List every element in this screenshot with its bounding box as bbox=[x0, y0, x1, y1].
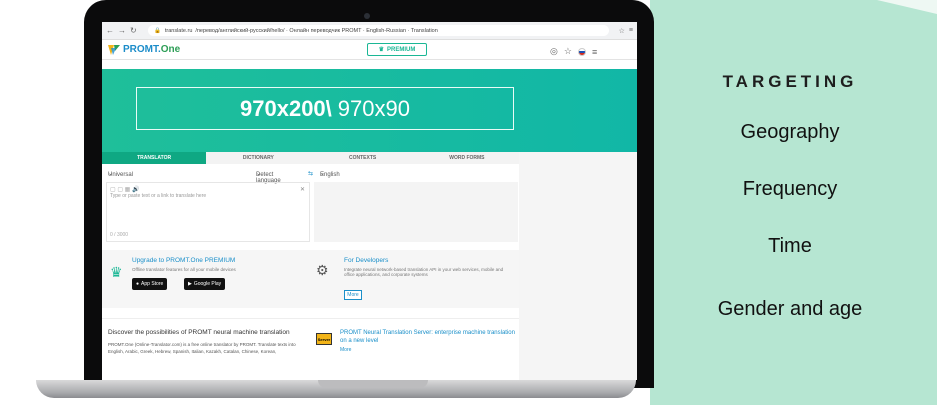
crown-icon: ♛ bbox=[378, 47, 385, 53]
url-host: translate.ru bbox=[164, 27, 193, 34]
promo-section: ♛ Upgrade to PROMT.One PREMIUM Offline t… bbox=[102, 250, 519, 308]
apple-icon: ● bbox=[136, 281, 140, 287]
developers-title[interactable]: For Developers bbox=[344, 257, 388, 264]
lock-icon: 🔒 bbox=[154, 27, 161, 34]
developers-more-button[interactable]: More bbox=[344, 290, 362, 300]
clear-input-icon[interactable]: ✕ bbox=[300, 186, 305, 193]
tab-word-forms[interactable]: WORD FORMS bbox=[415, 152, 519, 164]
google-play-button[interactable]: ▶ Google Play bbox=[184, 278, 226, 290]
reload-icon[interactable]: ↻ bbox=[130, 26, 138, 35]
side-column bbox=[519, 152, 637, 380]
topic-select[interactable]: Universal ⌄ bbox=[108, 170, 133, 178]
header-icons: ◎ ☆ ≡ bbox=[550, 46, 597, 57]
api-gear-icon: ⚙ bbox=[316, 262, 329, 278]
input-placeholder: Type or paste text or a link to translat… bbox=[110, 193, 207, 199]
tab-translator[interactable]: TRANSLATOR bbox=[102, 152, 207, 164]
laptop-screen: ← → ↻ 🔒 translate.ru /перевод/английский… bbox=[102, 22, 637, 380]
upgrade-title[interactable]: Upgrade to PROMT.One PREMIUM bbox=[132, 257, 235, 264]
source-language-select[interactable]: Detect language ⌄ bbox=[256, 170, 281, 184]
targeting-title: TARGETING bbox=[722, 72, 858, 91]
tab-contexts[interactable]: CONTEXTS bbox=[311, 152, 415, 164]
promt-logo-text[interactable]: PROMT.One bbox=[123, 44, 180, 55]
targeting-item-gender-age: Gender and age bbox=[717, 298, 863, 320]
browser-menu-icon[interactable]: ≡ bbox=[629, 27, 633, 34]
input-tools-icons[interactable]: ▢ ▢ ▦ 🔊 bbox=[110, 186, 306, 193]
promt-logo-icon bbox=[108, 44, 120, 55]
discover-title: Discover the possibilities of PROMT neur… bbox=[108, 329, 290, 336]
server-title[interactable]: PROMT Neural Translation Server: enterpr… bbox=[340, 329, 516, 345]
targeting-item-geography: Geography bbox=[740, 121, 840, 143]
targeting-item-frequency: Frequency bbox=[742, 178, 838, 200]
url-path: /перевод/английский-русский/hello/ · Онл… bbox=[195, 27, 438, 34]
source-text-input[interactable]: ▢ ▢ ▦ 🔊 Type or paste text or a link to … bbox=[106, 182, 310, 242]
upgrade-text: Offline translator features for all your… bbox=[132, 267, 236, 272]
discover-text: PROMT.One (Online-Translator.com) is a f… bbox=[108, 342, 296, 354]
laptop-notch bbox=[318, 380, 428, 388]
ad-banner[interactable]: 970x200\ 970x90 bbox=[102, 69, 637, 152]
bookmark-star-icon[interactable]: ☆ bbox=[619, 27, 625, 35]
translator-tabs: TRANSLATOR DICTIONARY CONTEXTS WORD FORM… bbox=[102, 152, 519, 164]
menu-icon[interactable]: ≡ bbox=[592, 47, 597, 57]
translation-output bbox=[314, 182, 518, 242]
language-row: Universal ⌄ Detect language ⌄ ⇆ English … bbox=[102, 168, 519, 184]
browser-toolbar: ← → ↻ 🔒 translate.ru /перевод/английский… bbox=[102, 22, 637, 40]
back-icon[interactable]: ← bbox=[106, 26, 114, 35]
globe-icon[interactable]: ◎ bbox=[550, 46, 558, 57]
info-section: Discover the possibilities of PROMT neur… bbox=[102, 318, 519, 380]
forward-icon[interactable]: → bbox=[118, 26, 126, 35]
panel-corner-shade bbox=[877, 0, 937, 14]
address-bar[interactable]: 🔒 translate.ru /перевод/английский-русск… bbox=[148, 25, 609, 36]
server-icon: Server bbox=[316, 333, 332, 345]
targeting-item-time: Time bbox=[768, 235, 812, 257]
targeting-panel bbox=[650, 0, 937, 405]
swap-languages-icon[interactable]: ⇆ bbox=[308, 170, 313, 177]
server-more-link[interactable]: More bbox=[340, 347, 351, 353]
banner-size-box: 970x200\ 970x90 bbox=[136, 87, 514, 130]
banner-size-primary: 970x200\ bbox=[240, 95, 332, 121]
play-icon: ▶ bbox=[188, 281, 192, 287]
developers-text: Integrate neural network-based translati… bbox=[344, 267, 504, 277]
premium-button[interactable]: ♛ PREMIUM bbox=[367, 43, 427, 56]
app-store-button[interactable]: ● App Store bbox=[132, 278, 168, 290]
crown-promo-icon: ♛ bbox=[110, 264, 123, 280]
char-counter: 0 / 3000 bbox=[110, 232, 129, 238]
favorites-star-icon[interactable]: ☆ bbox=[564, 46, 572, 57]
language-flag-icon[interactable] bbox=[577, 47, 586, 56]
banner-size-secondary: 970x90 bbox=[337, 95, 410, 121]
target-language-select[interactable]: English ⌄ bbox=[320, 170, 340, 178]
webcam bbox=[364, 13, 370, 19]
tab-dictionary[interactable]: DICTIONARY bbox=[206, 152, 310, 164]
